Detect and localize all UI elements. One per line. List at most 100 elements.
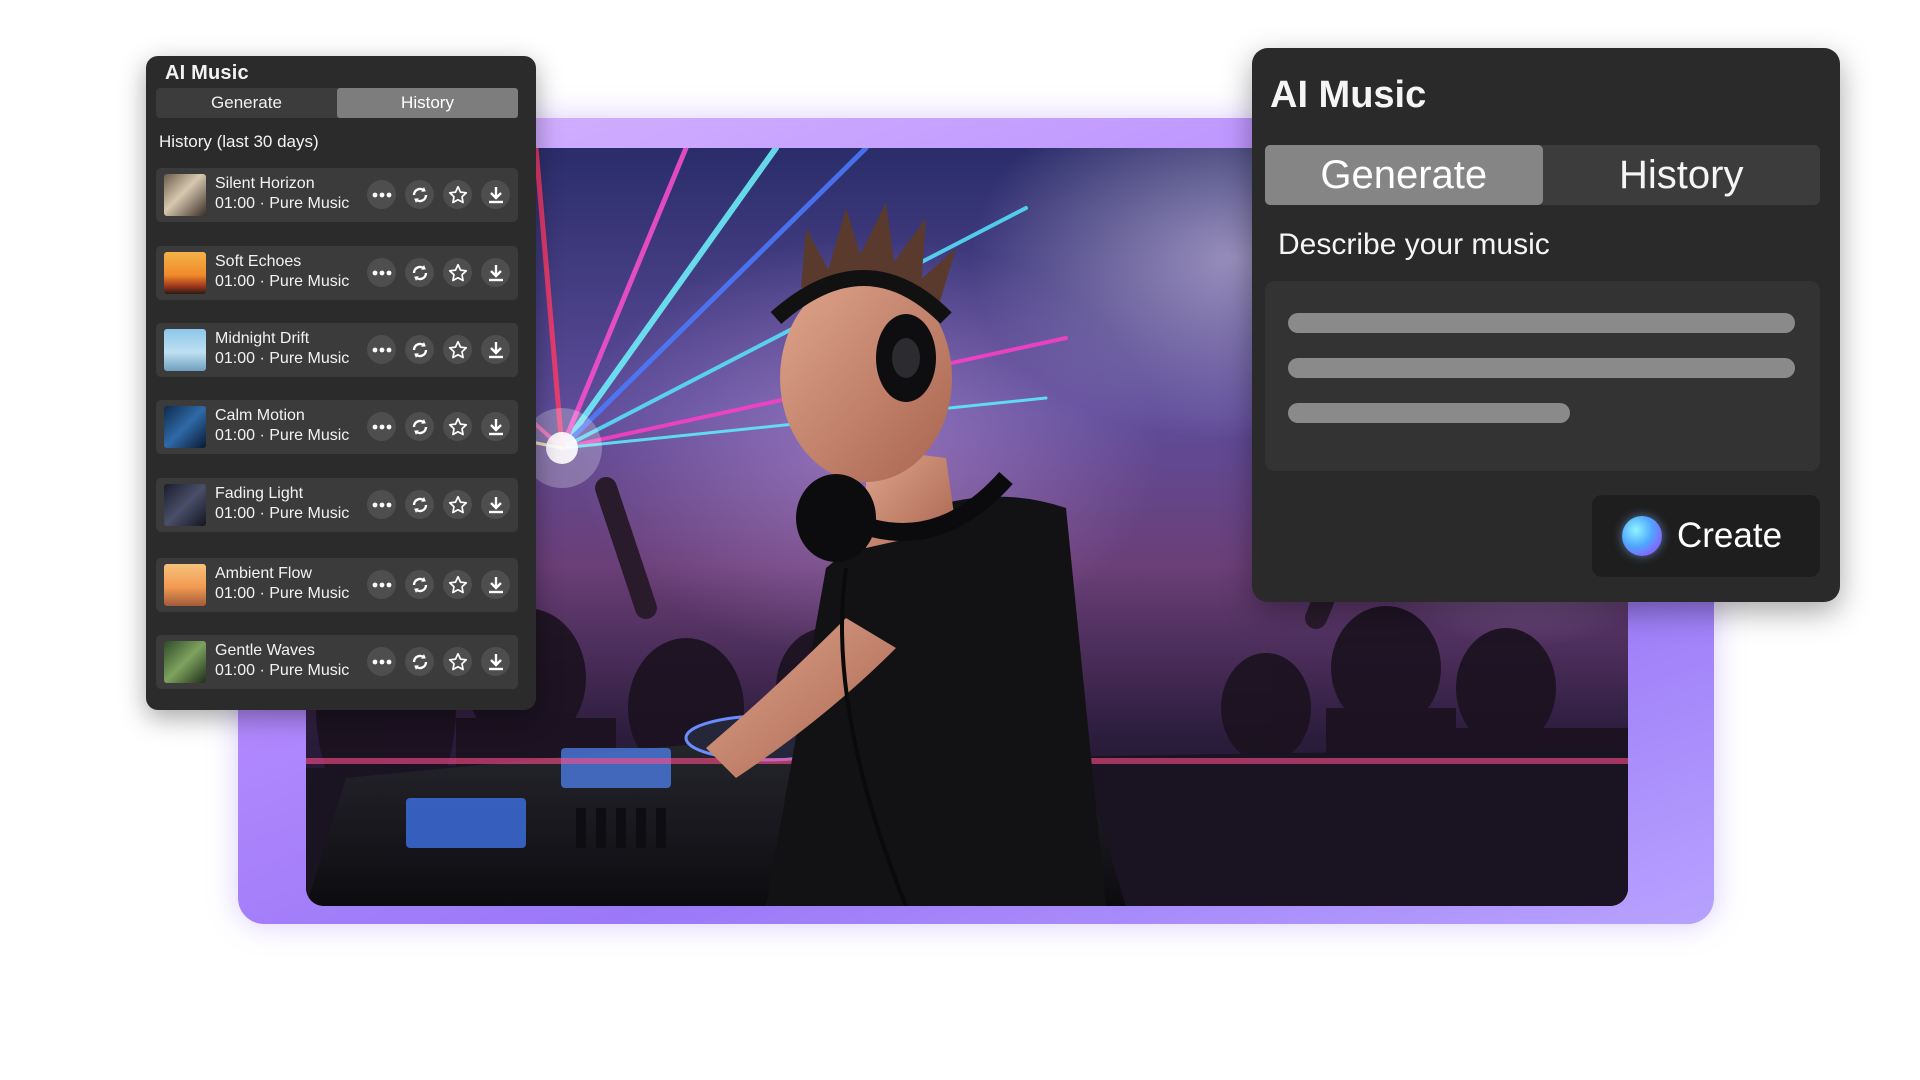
- track-meta: 01:00 · Pure Music: [215, 350, 350, 367]
- favorite-button[interactable]: [443, 180, 472, 209]
- row-actions: [367, 412, 510, 441]
- track-thumbnail: [164, 641, 206, 683]
- list-item[interactable]: Calm Motion 01:00 · Pure Music: [156, 400, 518, 454]
- generate-panel-title: AI Music: [1270, 74, 1427, 116]
- generate-panel-tabs: Generate History: [1265, 145, 1820, 205]
- placeholder-line: [1288, 313, 1795, 333]
- tab-generate[interactable]: Generate: [1265, 145, 1543, 205]
- track-title: Fading Light: [215, 485, 304, 502]
- more-icon: [372, 424, 391, 429]
- download-button[interactable]: [481, 258, 510, 287]
- regenerate-icon: [412, 418, 427, 435]
- track-meta: 01:00 · Pure Music: [215, 195, 350, 212]
- track-thumbnail: [164, 406, 206, 448]
- generate-panel: AI Music Generate History Describe your …: [1252, 48, 1840, 602]
- history-panel-tabs: Generate History: [156, 88, 518, 118]
- favorite-button[interactable]: [443, 258, 472, 287]
- favorite-button[interactable]: [443, 335, 472, 364]
- more-icon: [372, 347, 391, 352]
- tab-history[interactable]: History: [1543, 145, 1821, 205]
- tab-generate[interactable]: Generate: [156, 88, 337, 118]
- ai-orb-icon: [1622, 516, 1662, 556]
- placeholder-line: [1288, 403, 1570, 423]
- history-panel-title: AI Music: [165, 62, 249, 84]
- download-icon: [488, 496, 503, 513]
- prompt-label: Describe your music: [1278, 228, 1550, 261]
- download-button[interactable]: [481, 412, 510, 441]
- more-button[interactable]: [367, 412, 396, 441]
- favorite-button[interactable]: [443, 412, 472, 441]
- list-item[interactable]: Gentle Waves 01:00 · Pure Music: [156, 635, 518, 689]
- history-subtitle: History (last 30 days): [159, 132, 319, 151]
- track-title: Calm Motion: [215, 407, 305, 424]
- create-button[interactable]: Create: [1592, 495, 1820, 577]
- track-meta: 01:00 · Pure Music: [215, 427, 350, 444]
- regenerate-button[interactable]: [405, 647, 434, 676]
- more-button[interactable]: [367, 647, 396, 676]
- star-icon: [448, 185, 467, 203]
- more-button[interactable]: [367, 570, 396, 599]
- favorite-button[interactable]: [443, 490, 472, 519]
- list-item[interactable]: Fading Light 01:00 · Pure Music: [156, 478, 518, 532]
- download-icon: [488, 418, 503, 435]
- star-icon: [448, 652, 467, 670]
- regenerate-button[interactable]: [405, 490, 434, 519]
- more-button[interactable]: [367, 490, 396, 519]
- regenerate-icon: [412, 576, 427, 593]
- row-actions: [367, 335, 510, 364]
- favorite-button[interactable]: [443, 570, 472, 599]
- track-title: Silent Horizon: [215, 175, 315, 192]
- track-title: Ambient Flow: [215, 565, 312, 582]
- list-item[interactable]: Midnight Drift 01:00 · Pure Music: [156, 323, 518, 377]
- track-thumbnail: [164, 174, 206, 216]
- regenerate-icon: [412, 341, 427, 358]
- download-button[interactable]: [481, 180, 510, 209]
- track-thumbnail: [164, 484, 206, 526]
- list-item[interactable]: Soft Echoes 01:00 · Pure Music: [156, 246, 518, 300]
- track-title: Gentle Waves: [215, 642, 315, 659]
- track-title: Soft Echoes: [215, 253, 302, 270]
- track-thumbnail: [164, 329, 206, 371]
- create-button-label: Create: [1677, 516, 1783, 555]
- more-button[interactable]: [367, 258, 396, 287]
- star-icon: [448, 575, 467, 593]
- more-button[interactable]: [367, 180, 396, 209]
- placeholder-line: [1288, 358, 1795, 378]
- more-icon: [372, 270, 391, 275]
- download-icon: [488, 653, 503, 670]
- row-actions: [367, 180, 510, 209]
- regenerate-icon: [412, 264, 427, 281]
- list-item[interactable]: Ambient Flow 01:00 · Pure Music: [156, 558, 518, 612]
- more-button[interactable]: [367, 335, 396, 364]
- track-thumbnail: [164, 564, 206, 606]
- row-actions: [367, 258, 510, 287]
- track-meta: 01:00 · Pure Music: [215, 273, 350, 290]
- more-icon: [372, 192, 391, 197]
- regenerate-button[interactable]: [405, 335, 434, 364]
- download-button[interactable]: [481, 335, 510, 364]
- tab-history[interactable]: History: [337, 88, 518, 118]
- download-button[interactable]: [481, 647, 510, 676]
- row-actions: [367, 570, 510, 599]
- more-icon: [372, 502, 391, 507]
- music-description-input[interactable]: [1265, 281, 1820, 471]
- download-button[interactable]: [481, 570, 510, 599]
- promo-stage: AI Music Generate History History (last …: [0, 0, 1920, 1080]
- more-icon: [372, 582, 391, 587]
- regenerate-button[interactable]: [405, 258, 434, 287]
- track-thumbnail: [164, 252, 206, 294]
- star-icon: [448, 417, 467, 435]
- star-icon: [448, 495, 467, 513]
- list-item[interactable]: Silent Horizon 01:00 · Pure Music: [156, 168, 518, 222]
- favorite-button[interactable]: [443, 647, 472, 676]
- regenerate-icon: [412, 496, 427, 513]
- download-icon: [488, 186, 503, 203]
- regenerate-button[interactable]: [405, 570, 434, 599]
- track-meta: 01:00 · Pure Music: [215, 662, 350, 679]
- download-icon: [488, 576, 503, 593]
- download-button[interactable]: [481, 490, 510, 519]
- regenerate-icon: [412, 186, 427, 203]
- regenerate-button[interactable]: [405, 412, 434, 441]
- track-meta: 01:00 · Pure Music: [215, 505, 350, 522]
- regenerate-button[interactable]: [405, 180, 434, 209]
